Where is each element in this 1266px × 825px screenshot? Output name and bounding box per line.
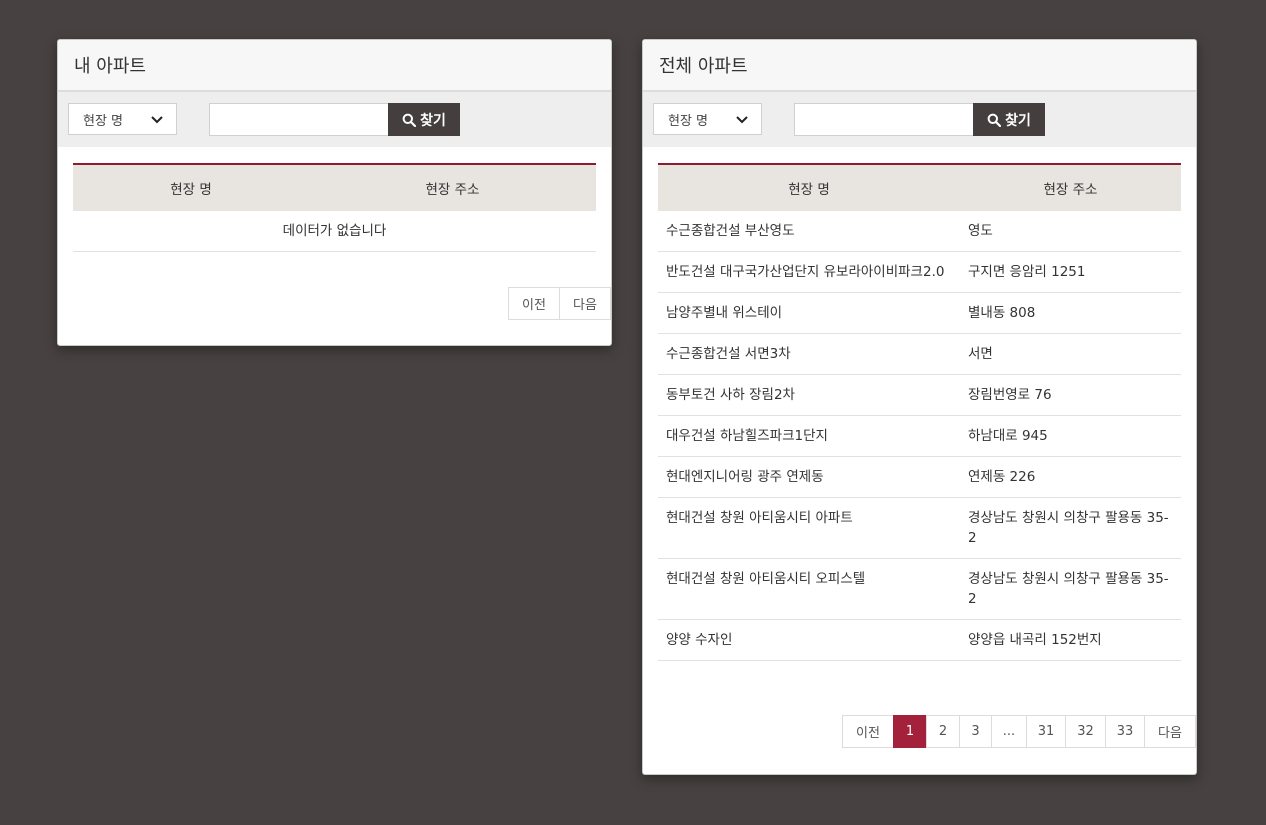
prev-page-button[interactable]: 이전 (508, 287, 560, 320)
table-row[interactable]: 현대엔지니어링 광주 연제동 연제동 226 (658, 456, 1181, 498)
site-name-cell: 반도건설 대구국가산업단지 유보라아이비파크2.0 (658, 251, 960, 293)
panel-title: 전체 아파트 (659, 56, 748, 77)
table-row[interactable]: 동부토건 사하 장림2차 장림번영로 76 (658, 374, 1181, 416)
search-bar: 현장 명 찾기 (643, 92, 1196, 147)
all-apartments-panel: 전체 아파트 현장 명 찾기 현장 명 현장 주소 수근종합건설 부산영도 영도 … (642, 39, 1197, 775)
site-address-cell: 영도 (960, 211, 1181, 252)
column-header-site-name[interactable]: 현장 명 (73, 163, 309, 211)
pagination: 이전 다음 (508, 287, 611, 320)
site-address-cell: 연제동 226 (960, 456, 1181, 498)
my-apartment-panel: 내 아파트 현장 명 찾기 현장 명 현장 주소 데이터가 없습니다 이전 다음 (57, 39, 612, 346)
table-row[interactable]: 수근종합건설 부산영도 영도 (658, 211, 1181, 252)
search-field-select[interactable]: 현장 명 (68, 103, 177, 135)
pagination: 이전 1 2 3 ... 31 32 33 다음 (842, 715, 1196, 748)
table-row[interactable]: 현대건설 창원 아티움시티 오피스텔 경상남도 창원시 의창구 팔용동 35-2 (658, 558, 1181, 620)
search-icon (402, 113, 417, 127)
site-name-cell: 현대건설 창원 아티움시티 오피스텔 (658, 558, 960, 620)
table-row[interactable]: 반도건설 대구국가산업단지 유보라아이비파크2.0 구지면 응암리 1251 (658, 251, 1181, 293)
select-value: 현장 명 (668, 113, 709, 129)
table-row[interactable]: 양양 수자인 양양읍 내곡리 152번지 (658, 619, 1181, 661)
column-header-site-address[interactable]: 현장 주소 (960, 163, 1181, 211)
page-button-32[interactable]: 32 (1065, 715, 1106, 748)
prev-page-button[interactable]: 이전 (842, 715, 894, 748)
table-row[interactable]: 현대건설 창원 아티움시티 아파트 경상남도 창원시 의창구 팔용동 35-2 (658, 497, 1181, 559)
panel-header: 내 아파트 (58, 40, 611, 92)
panel-title: 내 아파트 (74, 56, 146, 77)
page-button-3[interactable]: 3 (959, 715, 992, 748)
next-page-button[interactable]: 다음 (1144, 715, 1196, 748)
site-address-cell: 경상남도 창원시 의창구 팔용동 35-2 (960, 558, 1181, 620)
chevron-down-icon (736, 116, 748, 124)
search-input[interactable] (794, 103, 974, 136)
table-row[interactable]: 남양주별내 위스테이 별내동 808 (658, 292, 1181, 334)
site-address-cell: 경상남도 창원시 의창구 팔용동 35-2 (960, 497, 1181, 559)
table-row[interactable]: 수근종합건설 서면3차 서면 (658, 333, 1181, 375)
site-name-cell: 남양주별내 위스테이 (658, 292, 960, 334)
site-name-cell: 수근종합건설 서면3차 (658, 333, 960, 375)
next-page-button[interactable]: 다음 (559, 287, 611, 320)
site-name-cell: 양양 수자인 (658, 619, 960, 661)
site-name-cell: 동부토건 사하 장림2차 (658, 374, 960, 416)
table-header-row: 현장 명 현장 주소 (73, 163, 596, 211)
page-button-31[interactable]: 31 (1026, 715, 1066, 748)
search-icon (987, 113, 1002, 127)
search-button-label: 찾기 (420, 112, 446, 129)
page-button-33[interactable]: 33 (1105, 715, 1145, 748)
site-name-cell: 대우건설 하남힐즈파크1단지 (658, 415, 960, 457)
search-button[interactable]: 찾기 (388, 103, 460, 136)
select-value: 현장 명 (83, 113, 124, 129)
empty-row: 데이터가 없습니다 (73, 211, 596, 252)
empty-message: 데이터가 없습니다 (73, 211, 596, 252)
search-input[interactable] (209, 103, 389, 136)
table-row[interactable]: 대우건설 하남힐즈파크1단지 하남대로 945 (658, 415, 1181, 457)
site-address-cell: 장림번영로 76 (960, 374, 1181, 416)
site-address-cell: 하남대로 945 (960, 415, 1181, 457)
site-address-cell: 별내동 808 (960, 292, 1181, 334)
site-address-cell: 양양읍 내곡리 152번지 (960, 619, 1181, 661)
search-button[interactable]: 찾기 (973, 103, 1045, 136)
panel-header: 전체 아파트 (643, 40, 1196, 92)
page-button-1[interactable]: 1 (893, 715, 927, 748)
column-header-site-name[interactable]: 현장 명 (658, 163, 960, 211)
column-header-site-address[interactable]: 현장 주소 (309, 163, 596, 211)
page-button-2[interactable]: 2 (926, 715, 960, 748)
search-bar: 현장 명 찾기 (58, 92, 611, 147)
site-address-cell: 구지면 응암리 1251 (960, 251, 1181, 293)
site-name-cell: 현대건설 창원 아티움시티 아파트 (658, 497, 960, 559)
my-apartment-table: 현장 명 현장 주소 데이터가 없습니다 (73, 163, 596, 252)
page-ellipsis: ... (991, 715, 1027, 748)
site-name-cell: 현대엔지니어링 광주 연제동 (658, 456, 960, 498)
site-name-cell: 수근종합건설 부산영도 (658, 211, 960, 252)
all-apartments-table: 현장 명 현장 주소 수근종합건설 부산영도 영도 반도건설 대구국가산업단지 유… (658, 163, 1181, 661)
table-header-row: 현장 명 현장 주소 (658, 163, 1181, 211)
chevron-down-icon (151, 116, 163, 124)
site-address-cell: 서면 (960, 333, 1181, 375)
search-field-select[interactable]: 현장 명 (653, 103, 762, 135)
search-button-label: 찾기 (1005, 112, 1031, 129)
